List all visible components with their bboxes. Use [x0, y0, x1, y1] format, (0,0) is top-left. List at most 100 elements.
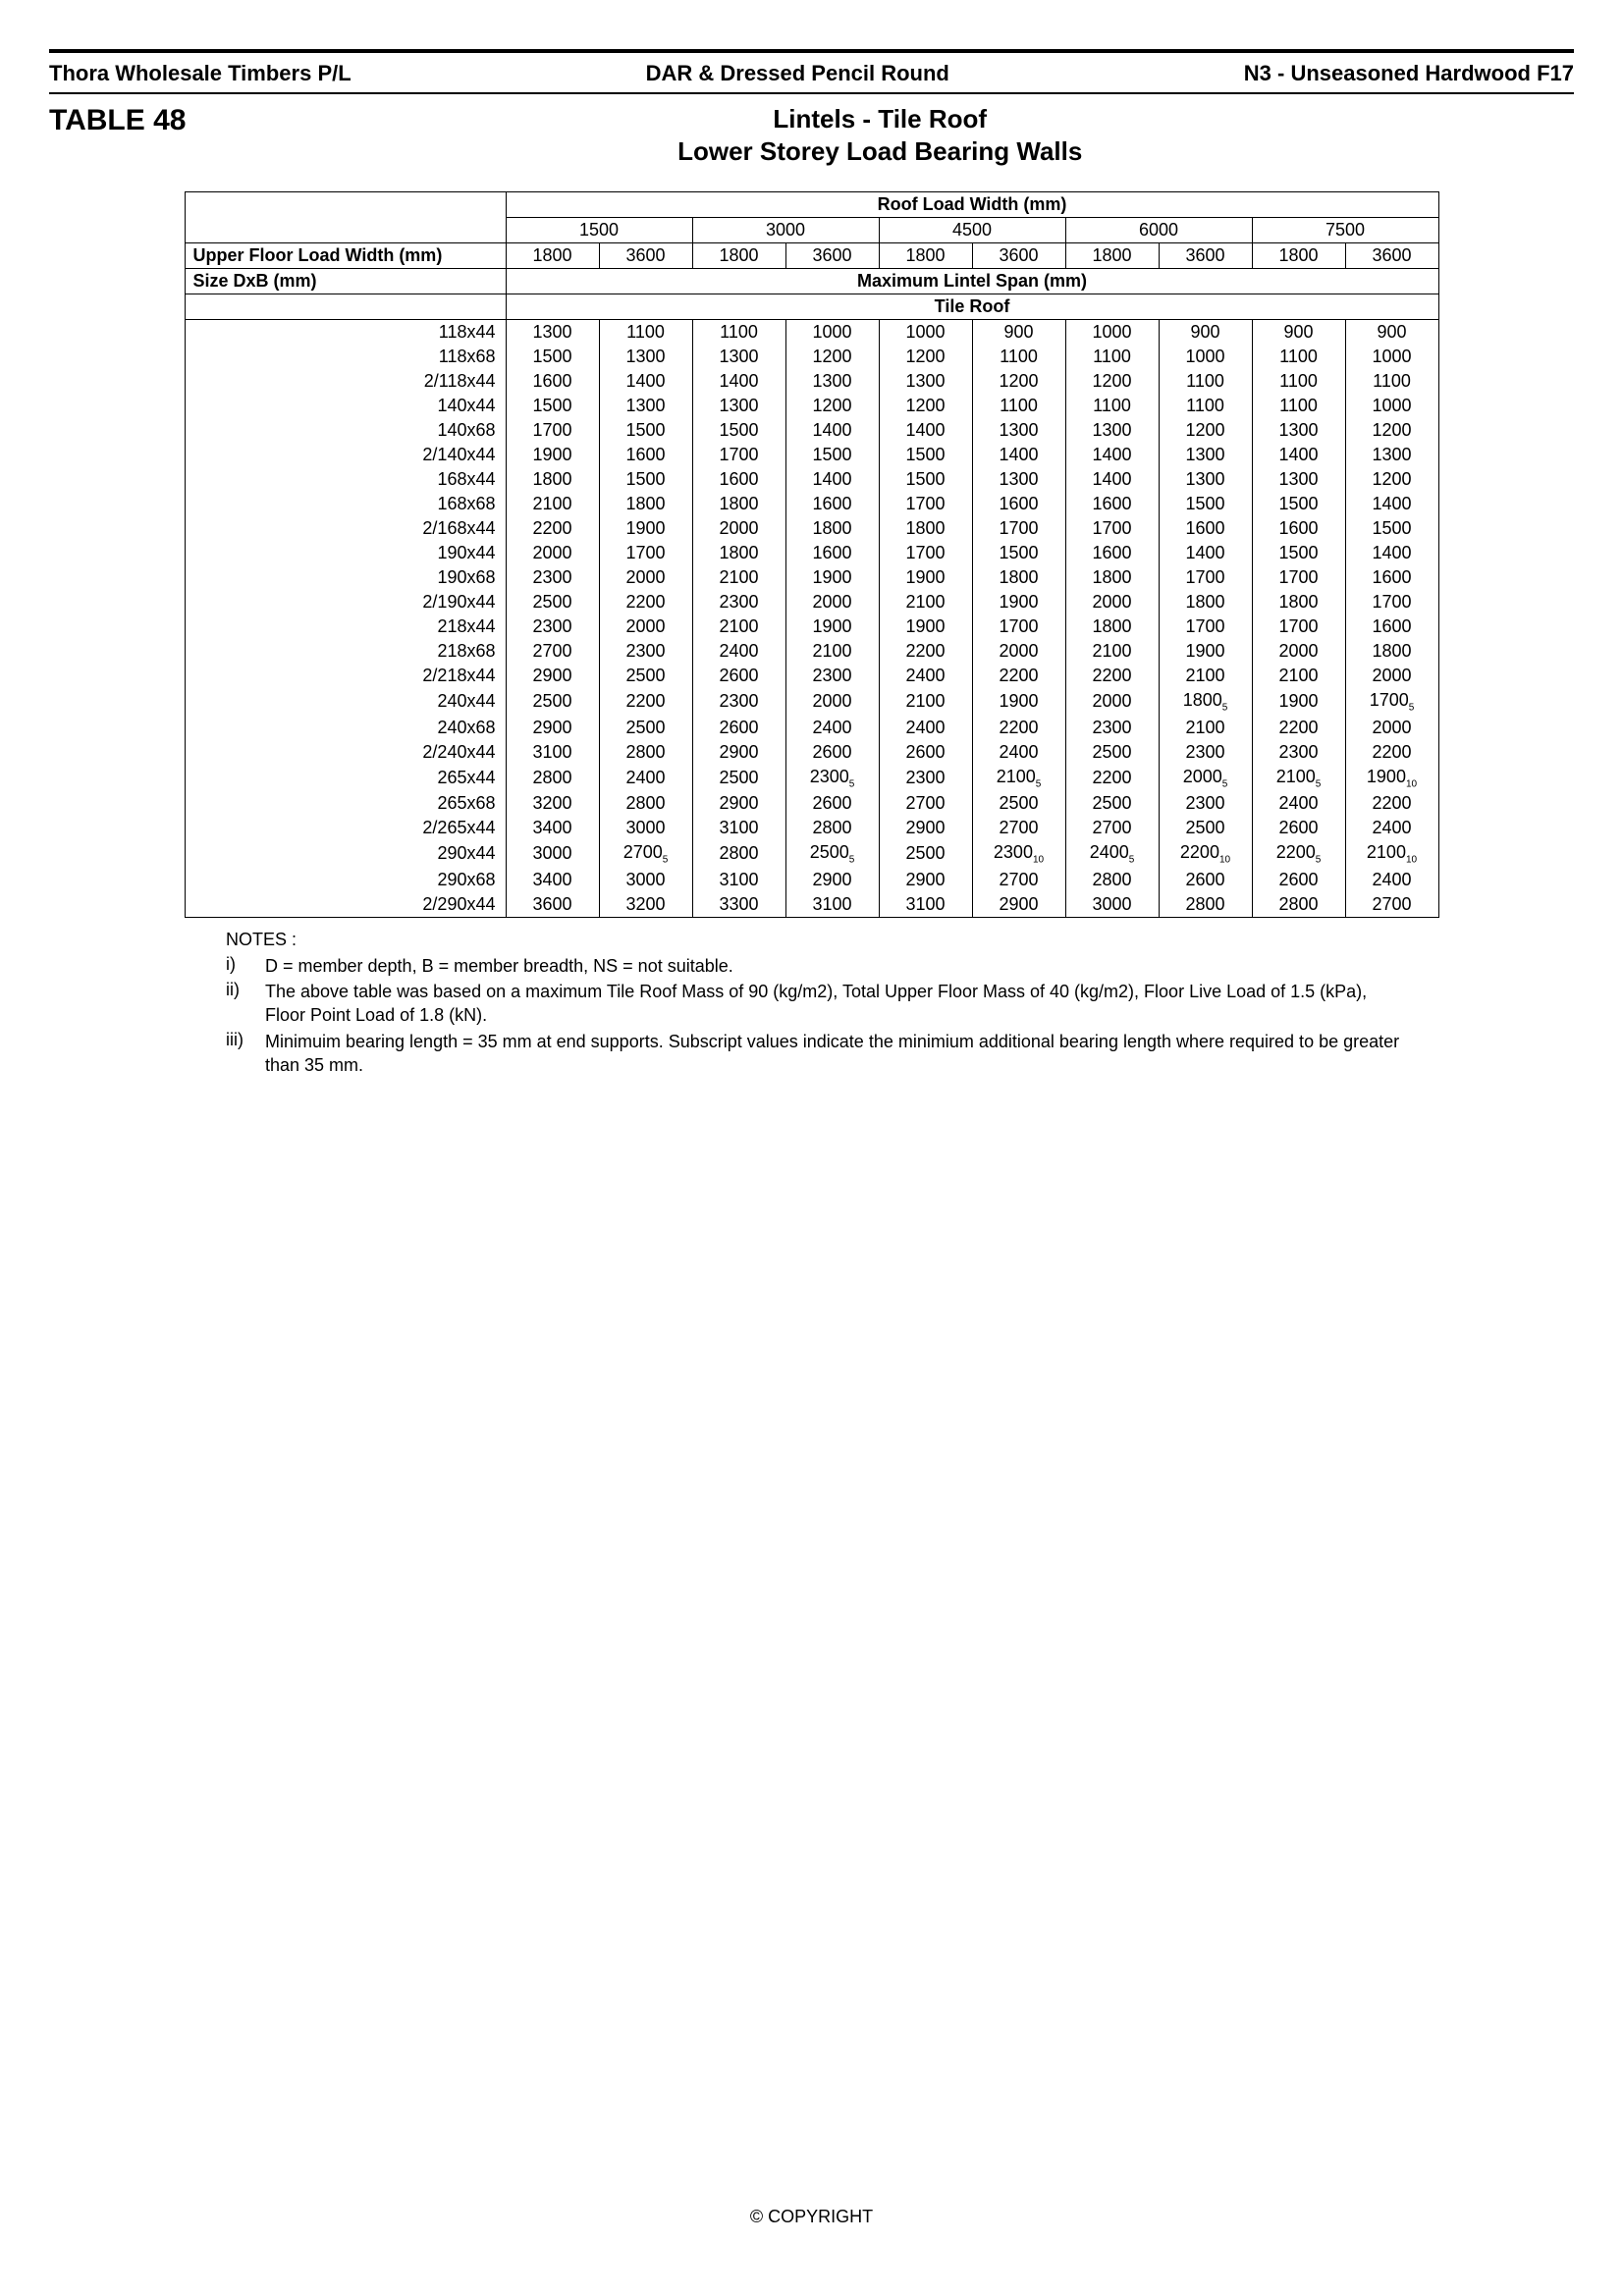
span-cell: 1800 — [599, 492, 692, 516]
size-cell: 190x68 — [185, 565, 506, 590]
note-marker: iii) — [226, 1030, 265, 1078]
size-cell: 168x44 — [185, 467, 506, 492]
span-cell: 2000 — [785, 688, 879, 716]
span-cell: 3200 — [506, 791, 599, 816]
header-left: Thora Wholesale Timbers P/L — [49, 61, 352, 86]
span-cell: 190010 — [1345, 765, 1438, 792]
page-header: Thora Wholesale Timbers P/L DAR & Dresse… — [49, 57, 1574, 92]
span-cell: 2600 — [1159, 868, 1252, 892]
span-cell: 22005 — [1252, 840, 1345, 868]
span-cell: 1900 — [1252, 688, 1345, 716]
span-cell: 2200 — [1065, 765, 1159, 792]
span-cell: 2000 — [1065, 590, 1159, 614]
size-cell: 2/190x44 — [185, 590, 506, 614]
note-item: ii)The above table was based on a maximu… — [226, 980, 1404, 1028]
span-cell: 2400 — [599, 765, 692, 792]
span-cell: 2300 — [1065, 716, 1159, 740]
span-cell: 2800 — [506, 765, 599, 792]
span-cell: 1300 — [599, 394, 692, 418]
span-cell: 1700 — [599, 541, 692, 565]
span-cell: 1300 — [1345, 443, 1438, 467]
span-cell: 1500 — [599, 418, 692, 443]
span-cell: 2900 — [506, 716, 599, 740]
span-cell: 1500 — [599, 467, 692, 492]
span-cell: 1400 — [785, 418, 879, 443]
span-cell: 2100 — [1065, 639, 1159, 664]
span-cell: 1800 — [1065, 614, 1159, 639]
span-cell: 2700 — [1065, 816, 1159, 840]
note-item: iii)Minimuim bearing length = 35 mm at e… — [226, 1030, 1404, 1078]
span-cell: 2300 — [1252, 740, 1345, 765]
span-cell: 1900 — [879, 614, 972, 639]
span-cell: 3200 — [599, 892, 692, 918]
size-cell: 2/168x44 — [185, 516, 506, 541]
span-cell: 2100 — [1159, 664, 1252, 688]
span-cell: 2600 — [785, 740, 879, 765]
span-cell: 2800 — [1065, 868, 1159, 892]
span-cell: 1400 — [1065, 443, 1159, 467]
span-cell: 2000 — [1345, 664, 1438, 688]
span-cell: 1000 — [785, 320, 879, 346]
size-cell: 2/265x44 — [185, 816, 506, 840]
span-cell: 1700 — [879, 492, 972, 516]
span-cell: 2100 — [879, 688, 972, 716]
span-cell: 2300 — [1159, 791, 1252, 816]
span-cell: 2300 — [1159, 740, 1252, 765]
span-cell: 2500 — [599, 664, 692, 688]
span-cell: 20005 — [1159, 765, 1252, 792]
span-cell: 1600 — [1252, 516, 1345, 541]
size-cell: 168x68 — [185, 492, 506, 516]
size-cell: 2/240x44 — [185, 740, 506, 765]
note-marker: i) — [226, 954, 265, 978]
ufw-0: 1800 — [506, 243, 599, 269]
size-cell: 118x68 — [185, 345, 506, 369]
span-cell: 2900 — [785, 868, 879, 892]
header-right: N3 - Unseasoned Hardwood F17 — [1244, 61, 1574, 86]
span-cell: 1300 — [1159, 467, 1252, 492]
size-cell: 240x68 — [185, 716, 506, 740]
span-cell: 1700 — [1065, 516, 1159, 541]
span-cell: 2200 — [599, 688, 692, 716]
size-cell: 140x44 — [185, 394, 506, 418]
span-cell: 2000 — [785, 590, 879, 614]
ufw-9: 3600 — [1345, 243, 1438, 269]
size-cell: 2/290x44 — [185, 892, 506, 918]
span-cell: 2800 — [599, 740, 692, 765]
rlw-4: 7500 — [1252, 218, 1438, 243]
span-cell: 2700 — [1345, 892, 1438, 918]
span-cell: 900 — [1345, 320, 1438, 346]
size-cell: 290x68 — [185, 868, 506, 892]
rlw-2: 4500 — [879, 218, 1065, 243]
span-cell: 1000 — [1345, 345, 1438, 369]
span-cell: 1900 — [972, 590, 1065, 614]
note-text: Minimuim bearing length = 35 mm at end s… — [265, 1030, 1404, 1078]
span-cell: 1300 — [1065, 418, 1159, 443]
span-cell: 1800 — [692, 492, 785, 516]
span-cell: 21005 — [1252, 765, 1345, 792]
span-cell: 1200 — [1065, 369, 1159, 394]
top-rule-thick — [49, 49, 1574, 53]
span-cell: 1800 — [506, 467, 599, 492]
span-cell: 2800 — [599, 791, 692, 816]
span-cell: 1000 — [1065, 320, 1159, 346]
span-cell: 1900 — [879, 565, 972, 590]
span-cell: 1600 — [1065, 492, 1159, 516]
span-cell: 2600 — [1252, 868, 1345, 892]
span-cell: 2700 — [972, 868, 1065, 892]
note-item: i)D = member depth, B = member breadth, … — [226, 954, 1404, 978]
span-cell: 3400 — [506, 816, 599, 840]
copyright: © COPYRIGHT — [49, 2207, 1574, 2227]
title-block: TABLE 48 Lintels - Tile Roof Lower Store… — [49, 104, 1574, 167]
span-cell: 2900 — [692, 740, 785, 765]
span-cell: 2700 — [879, 791, 972, 816]
span-cell: 1100 — [599, 320, 692, 346]
span-cell: 1100 — [692, 320, 785, 346]
span-cell: 17005 — [1345, 688, 1438, 716]
span-cell: 1700 — [1159, 565, 1252, 590]
span-cell: 2900 — [879, 868, 972, 892]
header-center: DAR & Dressed Pencil Round — [646, 61, 949, 86]
span-cell: 2000 — [506, 541, 599, 565]
span-cell: 2500 — [1159, 816, 1252, 840]
span-cell: 1900 — [599, 516, 692, 541]
span-cell: 2700 — [972, 816, 1065, 840]
